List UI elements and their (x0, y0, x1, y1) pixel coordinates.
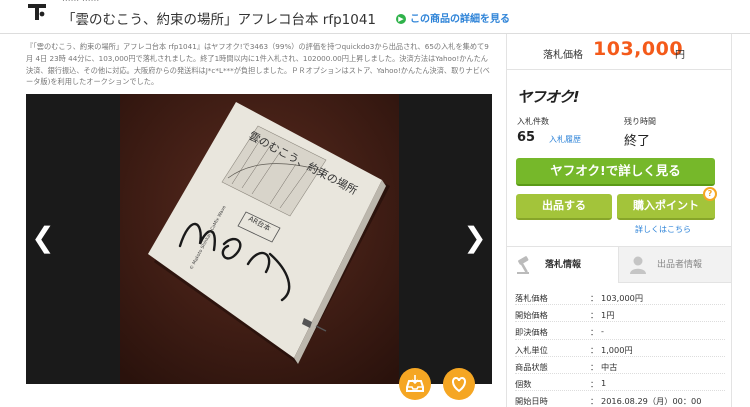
item-photo: 雲のむこう、約束の場所 AR台本 © Makoto Shinkai / CoMi… (120, 94, 399, 384)
sell-button[interactable]: 出品する (516, 194, 612, 220)
help-icon[interactable]: ? (703, 187, 717, 201)
info-colon: ： (590, 293, 599, 303)
bid-history-link[interactable]: 入札履歴 (549, 134, 581, 145)
auction-info-table: 落札価格： 103,000円 開始価格： 1円 即決価格： - 入札単位： 1,000円… (515, 288, 725, 407)
price-label: 落札価格 (543, 50, 583, 61)
view-on-yafuoku-button[interactable]: ヤフオク!で詳しく見る (516, 158, 715, 186)
info-value: 103,000円 (601, 293, 644, 303)
tab-auction-info[interactable]: 落札情報 (507, 247, 619, 283)
heart-icon (452, 376, 466, 393)
site-logo-icon[interactable] (26, 0, 48, 22)
info-key: 商品状態 (515, 361, 548, 372)
info-value: 1円 (601, 310, 615, 321)
previous-image-button[interactable]: ❮ (31, 222, 55, 254)
info-value: 2016.08.29（月）00：00 (601, 396, 702, 407)
info-key: 開始日時 (515, 396, 548, 407)
user-icon (627, 255, 649, 275)
header-bar: ...... ...... 「雲のむこう、約束の場所」アフレコ台本 rfp104… (0, 0, 750, 34)
auction-sidebar: 落札価格 103,000 円 ヤフオク! 入札件数 65 入札履歴 残り時間 終… (506, 34, 732, 407)
info-key: 即決価格 (515, 327, 548, 338)
price-value: 103,000 (593, 38, 684, 60)
time-left-value: 終了 (624, 134, 651, 149)
info-key: 落札価格 (515, 293, 548, 303)
info-row: 開始価格 ： 1円 (515, 305, 725, 323)
price-unit: 円 (675, 50, 685, 61)
arrow-right-icon: ▶ (396, 14, 406, 24)
breadcrumb[interactable]: ...... ...... (62, 0, 99, 4)
info-value: 中古 (601, 361, 618, 372)
info-row: 商品状態 ：中古 (515, 357, 725, 374)
info-value: 1,000円 (601, 344, 633, 355)
info-row: 開始日時 ： 2016.08.29（月）00：00 (515, 391, 725, 407)
price-row: 落札価格 103,000 円 (507, 34, 731, 70)
info-key: 開始価格 (515, 310, 548, 321)
purchase-points-button[interactable]: 購入ポイント (617, 194, 715, 220)
tab-seller-info-label: 出品者情報 (657, 260, 703, 270)
bid-count-label: 入札件数 (517, 117, 549, 126)
info-key: 個数 (515, 378, 532, 389)
tab-auction-info-label: 落札情報 (545, 260, 582, 270)
info-tabs: 落札情報 出品者情報 (507, 246, 731, 283)
auction-description: 『「雲のむこう、約束の場所」アフレコ台本 rfp1041』はヤフオク!で3463… (26, 42, 490, 87)
tab-seller-info[interactable]: 出品者情報 (619, 247, 731, 283)
page-title: 「雲のむこう、約束の場所」アフレコ台本 rfp1041 (62, 12, 377, 28)
time-left-label: 残り時間 (624, 117, 656, 126)
gavel-icon (515, 255, 537, 275)
more-info-link[interactable]: 詳しくはこちら (635, 224, 691, 235)
info-colon: ： (590, 344, 599, 355)
info-value: - (601, 326, 604, 337)
item-detail-link[interactable]: ▶ この商品の詳細を見る (396, 10, 510, 25)
info-colon: ： (590, 396, 599, 407)
watchlist-button[interactable] (399, 368, 431, 400)
info-value: 1 (601, 377, 607, 388)
info-key: 入札単位 (515, 344, 548, 355)
item-detail-link-label: この商品の詳細を見る (410, 14, 510, 25)
next-image-button[interactable]: ❯ (463, 222, 487, 254)
info-row: 入札単位 ： 1,000円 (515, 340, 725, 357)
info-colon: ： (590, 327, 599, 338)
info-row: 落札価格 ： 103,000円 (515, 288, 725, 306)
info-colon: ： (590, 310, 599, 321)
yafuoku-logo: ヤフオク! (517, 88, 580, 106)
info-row: 個数 ： 1 (515, 374, 725, 392)
favorite-button[interactable] (443, 368, 475, 400)
info-colon: ： (590, 378, 599, 389)
inbox-icon (406, 375, 424, 392)
bid-count-value: 65 (517, 130, 536, 145)
info-row: 即決価格 ： - (515, 322, 725, 340)
info-colon: ： (590, 361, 599, 372)
image-viewer: 雲のむこう、約束の場所 AR台本 © Makoto Shinkai / CoMi… (26, 94, 492, 384)
